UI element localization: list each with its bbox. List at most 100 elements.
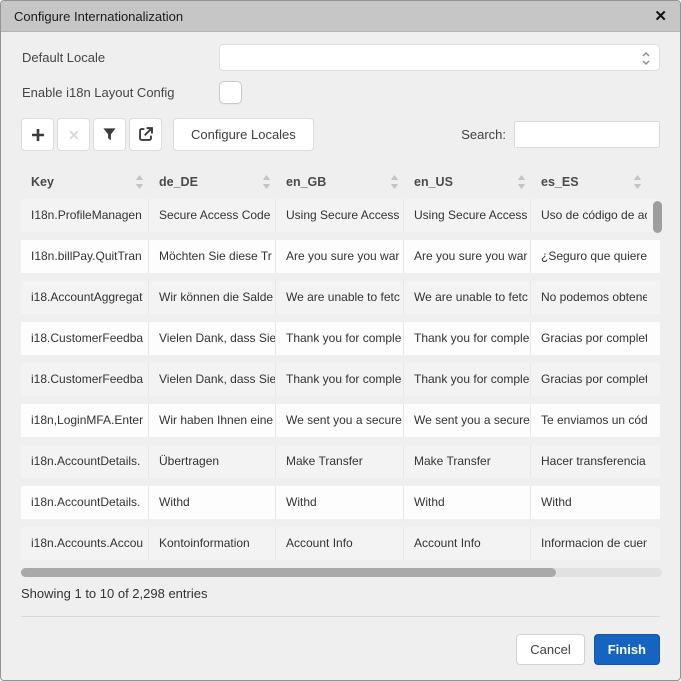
configure-locales-button[interactable]: Configure Locales <box>173 118 314 151</box>
sort-arrows-icon <box>633 174 642 189</box>
table-cell: Möchten Sie diese Tr <box>149 240 276 273</box>
table-row[interactable]: i18n.Accounts.Accou Kontoinformation Accou… <box>21 527 660 560</box>
table-cell: Informacion de cuent <box>541 536 647 550</box>
table-cell: Te enviamos un códig <box>541 413 647 427</box>
table-toolbar: Configure Locales Search: <box>21 118 660 151</box>
column-header-en_GB[interactable]: en_GB <box>276 174 404 189</box>
i18n-table: Key de_DE en_GB en_US es_ES I18n.ProfileMana… <box>21 164 662 577</box>
enable-i18n-row: Enable i18n Layout Config <box>21 81 660 104</box>
search-group: Search: <box>461 121 660 148</box>
table-cell: Vielen Dank, dass Sie <box>149 322 276 355</box>
default-locale-label: Default Locale <box>22 50 106 65</box>
table-cell: We sent you a secure <box>276 404 404 437</box>
table-cell: Wir haben Ihnen eine <box>149 404 276 437</box>
table-cell: We are unable to fetc <box>276 281 404 314</box>
table-row[interactable]: I18n.ProfileManagen Secure Access Code Usi… <box>21 199 660 232</box>
dialog-titlebar: Configure Internationalization ✕ <box>1 1 680 32</box>
column-header-Key[interactable]: Key <box>21 174 149 189</box>
vertical-scrollbar-thumb[interactable] <box>653 201 662 233</box>
table-cell: Withd <box>276 486 404 519</box>
table-cell: i18.CustomerFeedba <box>21 322 149 355</box>
delete-x-icon <box>67 128 81 142</box>
finish-button[interactable]: Finish <box>593 634 660 665</box>
table-cell: Thank you for comple <box>276 322 404 355</box>
table-row[interactable]: i18n.AccountDetails. Withd Withd Withd Withd <box>21 486 660 519</box>
table-cell: Gracias por completa <box>541 372 647 386</box>
table-cell: Kontoinformation <box>149 527 276 560</box>
table-cell: ¿Seguro que quieres <box>541 249 647 263</box>
table-cell: i18n.Accounts.Accou <box>21 527 149 560</box>
dialog-body: Default Locale Enable i18n Layout Config <box>1 32 680 665</box>
plus-icon <box>30 127 46 143</box>
dialog-title: Configure Internationalization <box>14 8 184 24</box>
table-cell: Wir können die Salde <box>149 281 276 314</box>
open-in-new-icon <box>137 126 154 143</box>
vertical-scrollbar[interactable] <box>653 201 662 680</box>
enable-i18n-checkbox[interactable] <box>219 81 242 104</box>
dialog-footer: Cancel Finish <box>21 617 660 665</box>
table-row[interactable]: I18n.billPay.QuitTran Möchten Sie diese T… <box>21 240 660 273</box>
table-cell: Thank you for comple <box>404 322 531 355</box>
column-header-label: Key <box>31 174 54 189</box>
table-cell: Hacer transferencia <box>541 454 646 468</box>
table-cell: We are unable to fetc <box>404 281 531 314</box>
sort-arrows-icon <box>390 174 399 189</box>
table-row[interactable]: i18.AccountAggregat Wir können die Salde W… <box>21 281 660 314</box>
table-cell: Uso de código de acc <box>541 208 647 222</box>
default-locale-select[interactable] <box>219 44 660 71</box>
table-row[interactable]: i18n.AccountDetails. Übertragen Make Trans… <box>21 445 660 478</box>
sort-arrows-icon <box>517 174 526 189</box>
table-cell: Gracias por completa <box>541 331 647 345</box>
default-locale-row: Default Locale <box>21 44 660 71</box>
column-header-en_US[interactable]: en_US <box>404 174 531 189</box>
table-row[interactable]: i18.CustomerFeedba Vielen Dank, dass Sie T… <box>21 322 660 355</box>
table-cell: I18n.billPay.QuitTran <box>21 240 149 273</box>
table-body: I18n.ProfileManagen Secure Access Code Usi… <box>21 199 660 560</box>
close-icon[interactable]: ✕ <box>654 9 667 24</box>
table-cell: i18n.AccountDetails. <box>21 486 149 519</box>
table-cell: i18n.AccountDetails. <box>21 445 149 478</box>
filter-funnel-icon <box>102 127 117 142</box>
filter-button[interactable] <box>93 118 126 151</box>
table-cell: Account Info <box>404 527 531 560</box>
column-header-label: en_US <box>414 174 453 189</box>
table-cell: Secure Access Code <box>149 199 276 232</box>
table-cell: Are you sure you war <box>276 240 404 273</box>
delete-row-button[interactable] <box>57 118 90 151</box>
configure-internationalization-dialog: Configure Internationalization ✕ Default… <box>0 0 681 681</box>
table-cell: Make Transfer <box>404 445 531 478</box>
table-cell: i18n,LoginMFA.Enter <box>21 404 149 437</box>
table-cell: Thank you for comple <box>404 363 531 396</box>
cancel-button[interactable]: Cancel <box>516 634 585 665</box>
table-cell: Vielen Dank, dass Sie <box>149 363 276 396</box>
table-cell: Are you sure you war <box>404 240 531 273</box>
sort-arrows-icon <box>135 174 144 189</box>
column-header-label: de_DE <box>159 174 198 189</box>
export-button[interactable] <box>129 118 162 151</box>
table-cell: Withd <box>149 486 276 519</box>
column-header-label: es_ES <box>541 174 579 189</box>
table-cell: I18n.ProfileManagen <box>21 199 149 232</box>
search-input[interactable] <box>514 121 660 148</box>
horizontal-scrollbar-thumb[interactable] <box>21 568 556 577</box>
add-row-button[interactable] <box>21 118 54 151</box>
table-cell: Thank you for comple <box>276 363 404 396</box>
table-row[interactable]: i18.CustomerFeedba Vielen Dank, dass Sie T… <box>21 363 660 396</box>
table-row[interactable]: i18n,LoginMFA.Enter Wir haben Ihnen eine W… <box>21 404 660 437</box>
column-header-es_ES[interactable]: es_ES <box>531 174 647 189</box>
table-cell: No podemos obtener <box>541 290 647 304</box>
column-header-de_DE[interactable]: de_DE <box>149 174 276 189</box>
horizontal-scrollbar[interactable] <box>21 568 662 577</box>
table-cell: i18.CustomerFeedba <box>21 363 149 396</box>
table-header-row: Key de_DE en_GB en_US es_ES <box>21 164 660 199</box>
sort-arrows-icon <box>262 174 271 189</box>
entries-summary: Showing 1 to 10 of 2,298 entries <box>21 586 208 601</box>
table-cell: Übertragen <box>149 445 276 478</box>
table-cell: Using Secure Access <box>404 199 531 232</box>
table-cell: Account Info <box>276 527 404 560</box>
table-cell: i18.AccountAggregat <box>21 281 149 314</box>
enable-i18n-label: Enable i18n Layout Config <box>22 85 175 100</box>
chevron-up-down-icon <box>641 51 651 66</box>
table-cell: Make Transfer <box>276 445 404 478</box>
search-label: Search: <box>461 127 506 142</box>
